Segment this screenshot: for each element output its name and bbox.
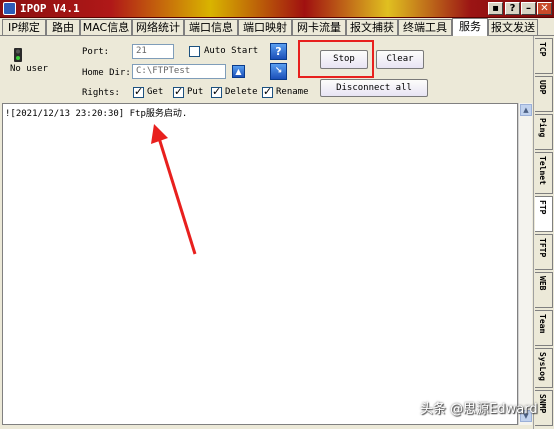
browse-up-icon[interactable]: ▲ <box>232 65 245 78</box>
watermark: 头条 @思源Edward <box>420 402 538 417</box>
port-input[interactable]: 21 <box>132 44 174 59</box>
side-tab-telnet[interactable]: Telnet <box>535 152 553 194</box>
log-scrollbar[interactable]: ▲ ▼ <box>518 103 532 425</box>
side-tab-udp[interactable]: UDP <box>535 76 553 112</box>
right-put-checkbox[interactable] <box>173 85 184 98</box>
app-icon <box>3 2 16 15</box>
minimize-button[interactable]: – <box>521 2 536 15</box>
right-rename-label: Rename <box>276 87 309 97</box>
side-tab-syslog[interactable]: SysLog <box>535 348 553 388</box>
tab-route[interactable]: 路由 <box>46 19 80 35</box>
arrow-down-icon[interactable]: ↘ <box>270 63 287 80</box>
tab-mac-info[interactable]: MAC信息 <box>80 19 132 35</box>
right-delete-checkbox[interactable] <box>211 85 222 98</box>
auto-start-checkbox[interactable] <box>189 46 200 57</box>
side-tab-tcp[interactable]: TCP <box>535 38 553 74</box>
tab-packet-capture[interactable]: 报文捕获 <box>346 19 398 35</box>
side-tab-web[interactable]: WEB <box>535 272 553 308</box>
home-dir-input[interactable]: C:\FTPTest <box>132 64 226 79</box>
right-put-label: Put <box>187 87 204 97</box>
tab-terminal-tools[interactable]: 终端工具 <box>398 19 452 35</box>
side-tab-ping[interactable]: Ping <box>535 114 553 150</box>
app-menu-icon[interactable]: ▪ <box>488 2 503 15</box>
side-tab-ftp[interactable]: FTP <box>535 196 553 232</box>
home-dir-label: Home Dir: <box>82 68 131 78</box>
side-tab-bar: TCP UDP Ping Telnet FTP TFTP WEB Team Sy… <box>533 36 554 429</box>
tab-port-mapping[interactable]: 端口映射 <box>238 19 292 35</box>
title-bar: IPOP V4.1 ▪ ? – ✕ <box>0 0 554 18</box>
help-button[interactable]: ? <box>505 2 520 15</box>
annotation-arrow-icon <box>151 124 197 255</box>
clear-button[interactable]: Clear <box>376 50 424 69</box>
ftp-control-panel: No user Port: 21 Auto Start Home Dir: C:… <box>0 36 533 102</box>
scroll-up-icon[interactable]: ▲ <box>520 104 532 116</box>
right-rename-checkbox[interactable] <box>262 85 273 98</box>
auto-start-label: Auto Start <box>204 46 259 56</box>
main-tab-bar: IP绑定 路由 MAC信息 网络统计 端口信息 端口映射 网卡流量 报文捕获 终… <box>0 18 554 36</box>
disconnect-all-button[interactable]: Disconnect all <box>320 79 428 97</box>
log-area[interactable]: ![2021/12/13 23:20:30] Ftp服务启动. <box>2 103 518 425</box>
status-light-icon <box>14 48 22 62</box>
tab-packet-send[interactable]: 报文发送 <box>488 19 538 35</box>
user-status-label: No user <box>10 64 48 74</box>
tab-nic-traffic[interactable]: 网卡流量 <box>292 19 346 35</box>
rights-label: Rights: <box>82 88 120 98</box>
tab-net-stats[interactable]: 网络统计 <box>132 19 184 35</box>
right-get-label: Get <box>147 87 164 97</box>
log-line: ![2021/12/13 23:20:30] Ftp服务启动. <box>5 109 188 119</box>
right-delete-label: Delete <box>225 87 258 97</box>
tab-ip-binding[interactable]: IP绑定 <box>2 19 46 35</box>
right-get-checkbox[interactable] <box>133 85 144 98</box>
port-label: Port: <box>82 47 110 57</box>
stop-button[interactable]: Stop <box>320 50 368 69</box>
side-tab-tftp[interactable]: TFTP <box>535 234 553 270</box>
tab-services[interactable]: 服务 <box>452 18 488 36</box>
tab-port-info[interactable]: 端口信息 <box>184 19 238 35</box>
help-icon[interactable]: ? <box>270 43 287 60</box>
side-tab-team[interactable]: Team <box>535 310 553 346</box>
close-button[interactable]: ✕ <box>537 2 552 15</box>
window-title: IPOP V4.1 <box>20 2 80 15</box>
